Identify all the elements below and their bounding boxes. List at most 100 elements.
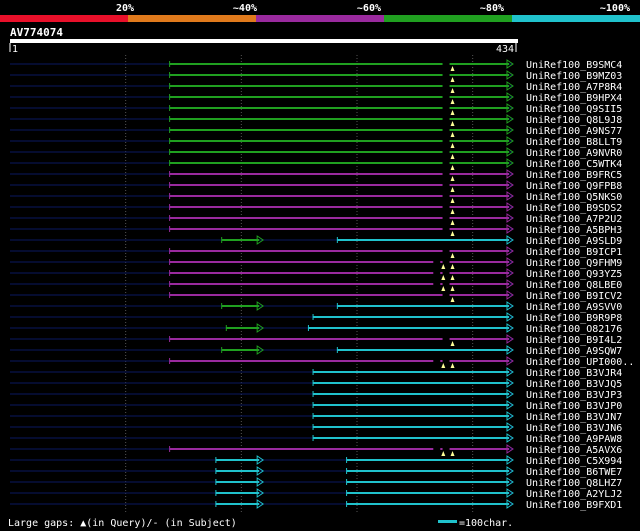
hit-label[interactable]: UniRef100_A5AVX6: [526, 445, 622, 456]
hit-row[interactable]: UniRef100_Q8L9J8: [10, 114, 622, 126]
hit-row[interactable]: UniRef100_B9ICV2: [10, 290, 622, 302]
scale-label: 20%: [116, 3, 134, 14]
identity-scale: 20% ~40% ~60% ~80% ~100%: [0, 3, 640, 22]
hit-label[interactable]: UniRef100_B3VJN7: [526, 412, 622, 423]
hit-label[interactable]: UniRef100_B3VJN6: [526, 423, 622, 434]
hit-label[interactable]: UniRef100_B9ICV2: [526, 291, 622, 302]
hit-row[interactable]: UniRef100_B3VJQ5: [10, 378, 622, 390]
hit-label[interactable]: UniRef100_A7P2U2: [526, 214, 622, 225]
hit-label[interactable]: UniRef100_B9FXD1: [526, 500, 622, 511]
gaps-legend-text: Large gaps: ▲(in Query)/- (in Subject): [8, 518, 237, 529]
hit-label[interactable]: UniRef100_A7P8R4: [526, 82, 622, 93]
hit-label[interactable]: UniRef100_A5BPH3: [526, 225, 622, 236]
query-bar: [10, 39, 518, 43]
hit-label[interactable]: UniRef100_B3VJR4: [526, 368, 622, 379]
query-start: 1: [12, 44, 18, 55]
hit-label[interactable]: UniRef100_B9ICP1: [526, 247, 622, 258]
query-gap-marker: [450, 275, 455, 280]
hit-row[interactable]: UniRef100_B9FRC5: [10, 169, 622, 181]
query-gap-marker: [450, 363, 455, 368]
length-legend-bar: [438, 520, 457, 523]
hit-row[interactable]: UniRef100_O82176: [10, 323, 622, 335]
hit-label[interactable]: UniRef100_Q9FPB8: [526, 181, 622, 192]
hit-label[interactable]: UniRef100_B6TWE7: [526, 467, 622, 478]
subject-gap: [442, 62, 450, 66]
hit-row[interactable]: UniRef100_Q5NKS0: [10, 191, 622, 203]
hit-row[interactable]: UniRef100_Q9FHM9: [10, 257, 622, 269]
hit-label[interactable]: UniRef100_B9HPX4: [526, 93, 622, 104]
query-gap-marker: [450, 198, 455, 203]
hit-label[interactable]: UniRef100_B9MZ03: [526, 71, 622, 82]
hit-label[interactable]: UniRef100_A9NS77: [526, 126, 622, 137]
hit-label[interactable]: UniRef100_B9I4L2: [526, 335, 622, 346]
hit-label[interactable]: UniRef100_B9SDS2: [526, 203, 622, 214]
hit-row[interactable]: UniRef100_A9NS77: [10, 125, 622, 137]
hit-row[interactable]: UniRef100_B9SMC4: [10, 59, 622, 71]
hit-row[interactable]: UniRef100_A9PAW8: [10, 433, 622, 445]
hit-label[interactable]: UniRef100_A9NVR0: [526, 148, 622, 159]
hit-row[interactable]: UniRef100_Q8LBE0: [10, 279, 622, 291]
hit-label[interactable]: UniRef100_O82176: [526, 324, 622, 335]
subject-gap: [442, 117, 450, 121]
hit-row[interactable]: UniRef100_UPI000..: [10, 356, 634, 368]
subject-gap: [442, 227, 450, 231]
hit-label[interactable]: UniRef100_A9SVV0: [526, 302, 622, 313]
hit-label[interactable]: UniRef100_Q9SII5: [526, 104, 622, 115]
subject-gap: [442, 172, 450, 176]
hit-row[interactable]: UniRef100_B3VJN6: [10, 422, 622, 434]
hit-row[interactable]: UniRef100_C5X994: [10, 455, 622, 467]
hit-row[interactable]: UniRef100_B9SDS2: [10, 202, 622, 214]
hit-label[interactable]: UniRef100_B9FRC5: [526, 170, 622, 181]
hit-row[interactable]: UniRef100_A2YLJ2: [10, 488, 622, 500]
hit-label[interactable]: UniRef100_B3VJQ5: [526, 379, 622, 390]
hit-row[interactable]: UniRef100_B3VJP3: [10, 389, 622, 401]
hit-row[interactable]: UniRef100_B6TWE7: [10, 466, 622, 478]
query-end: 434: [496, 44, 514, 55]
hit-row[interactable]: UniRef100_Q9SII5: [10, 103, 622, 115]
hit-label[interactable]: UniRef100_Q5NKS0: [526, 192, 622, 203]
query-gap-marker: [450, 77, 455, 82]
hit-label[interactable]: UniRef100_B9SMC4: [526, 60, 622, 71]
hit-label[interactable]: UniRef100_Q8LHZ7: [526, 478, 622, 489]
hit-row[interactable]: UniRef100_A5BPH3: [10, 224, 622, 236]
hit-row[interactable]: UniRef100_B9MZ03: [10, 70, 622, 82]
hit-row[interactable]: UniRef100_C5WTK4: [10, 158, 622, 170]
hit-row[interactable]: UniRef100_B3VJN7: [10, 411, 622, 423]
hit-row[interactable]: UniRef100_Q93YZ5: [10, 268, 622, 280]
hit-label[interactable]: UniRef100_C5WTK4: [526, 159, 622, 170]
hit-row[interactable]: UniRef100_B9ICP1: [10, 246, 622, 258]
hit-label[interactable]: UniRef100_B9R9P8: [526, 313, 622, 324]
hit-row[interactable]: UniRef100_B8LLT9: [10, 136, 622, 148]
hit-label[interactable]: UniRef100_Q8LBE0: [526, 280, 622, 291]
hit-label[interactable]: UniRef100_B3VJP0: [526, 401, 622, 412]
hit-label[interactable]: UniRef100_A9PAW8: [526, 434, 622, 445]
hit-row[interactable]: UniRef100_B3VJR4: [10, 367, 622, 379]
hit-row[interactable]: UniRef100_B9I4L2: [10, 334, 622, 346]
hit-row[interactable]: UniRef100_A7P2U2: [10, 213, 622, 225]
subject-gap: [442, 150, 450, 154]
hit-label[interactable]: UniRef100_Q93YZ5: [526, 269, 622, 280]
hit-row[interactable]: UniRef100_A9NVR0: [10, 147, 622, 159]
scale-segment: [512, 15, 640, 22]
hit-label[interactable]: UniRef100_C5X994: [526, 456, 622, 467]
hit-label[interactable]: UniRef100_B3VJP3: [526, 390, 622, 401]
subject-gap: [442, 271, 450, 275]
hit-row[interactable]: UniRef100_B9FXD1: [10, 499, 622, 511]
hit-label[interactable]: UniRef100_A9SLD9: [526, 236, 622, 247]
hit-row[interactable]: UniRef100_A9SQW7: [10, 345, 622, 357]
hit-row[interactable]: UniRef100_A9SLD9: [10, 235, 622, 247]
hit-row[interactable]: UniRef100_A9SVV0: [10, 301, 622, 313]
hit-row[interactable]: UniRef100_B9R9P8: [10, 312, 622, 324]
hit-row[interactable]: UniRef100_Q9FPB8: [10, 180, 622, 192]
hit-label[interactable]: UniRef100_UPI000..: [526, 357, 634, 368]
hit-row[interactable]: UniRef100_A7P8R4: [10, 81, 622, 93]
hit-label[interactable]: UniRef100_B8LLT9: [526, 137, 622, 148]
hit-label[interactable]: UniRef100_A9SQW7: [526, 346, 622, 357]
hit-label[interactable]: UniRef100_Q8L9J8: [526, 115, 622, 126]
hit-row[interactable]: UniRef100_B9HPX4: [10, 92, 622, 104]
hit-label[interactable]: UniRef100_Q9FHM9: [526, 258, 622, 269]
hit-row[interactable]: UniRef100_Q8LHZ7: [10, 477, 622, 489]
hit-row[interactable]: UniRef100_B3VJP0: [10, 400, 622, 412]
hit-label[interactable]: UniRef100_A2YLJ2: [526, 489, 622, 500]
hit-row[interactable]: UniRef100_A5AVX6: [10, 444, 622, 456]
